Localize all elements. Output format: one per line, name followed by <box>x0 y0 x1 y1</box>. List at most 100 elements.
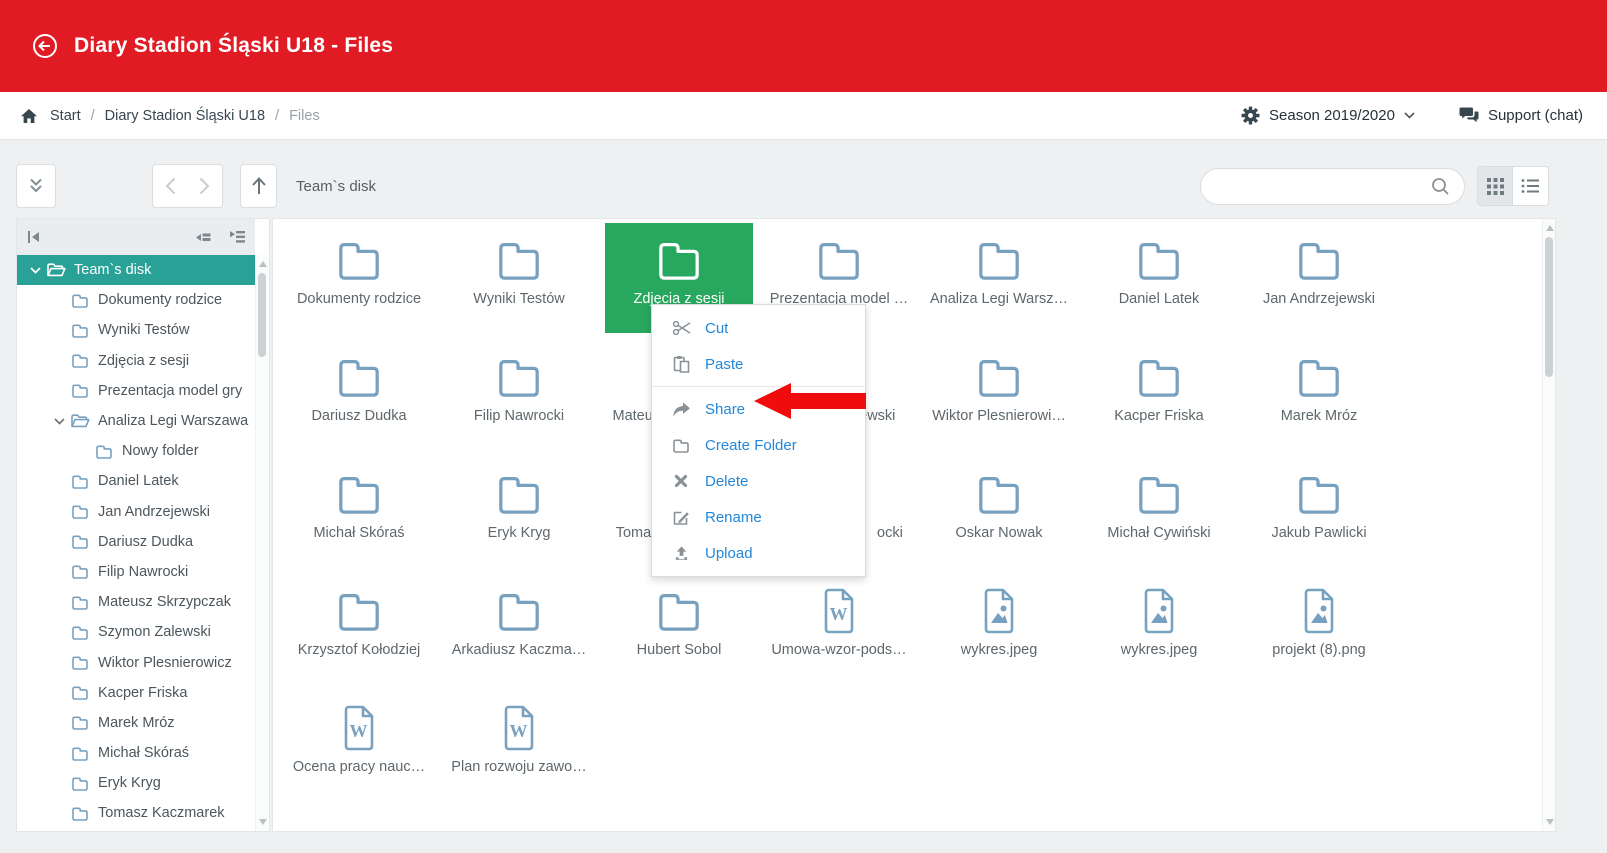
folder-tile[interactable]: Wiktor Plesnierowi… <box>925 340 1073 450</box>
search-icon[interactable] <box>1431 177 1450 196</box>
folder-open-icon <box>45 262 67 278</box>
folder-tile[interactable]: Filip Nawrocki <box>445 340 593 450</box>
folder-tile[interactable]: Hubert Sobol <box>605 574 753 684</box>
collapse-sidebar-icon[interactable] <box>27 230 41 244</box>
go-up-button[interactable] <box>240 164 277 208</box>
breadcrumb-item[interactable]: Start <box>50 108 81 124</box>
context-menu-label: Upload <box>705 545 753 562</box>
main-scrollbar[interactable] <box>1542 219 1555 831</box>
tile-label: Krzysztof Kołodziej <box>285 642 433 658</box>
tree-item[interactable]: Dariusz Dudka <box>17 527 255 557</box>
folder-icon <box>69 655 91 670</box>
chevron-down-icon <box>1404 112 1415 119</box>
tree-item[interactable]: Jan Andrzejewski <box>17 497 255 527</box>
tile-label: Dokumenty rodzice <box>285 291 433 307</box>
context-menu-item-cut[interactable]: Cut <box>652 310 865 346</box>
folder-tile[interactable]: Oskar Nowak <box>925 457 1073 567</box>
folder-icon <box>69 564 91 579</box>
folder-tile[interactable]: Dariusz Dudka <box>285 340 433 450</box>
tree-item[interactable]: Marek Mróz <box>17 708 255 738</box>
tree-item-label: Dokumenty rodzice <box>98 292 222 308</box>
tree-item[interactable]: Tomasz Kaczmarek <box>17 798 255 828</box>
tree-item[interactable]: Michał Skóraś <box>17 738 255 768</box>
season-selector[interactable]: Season 2019/2020 <box>1241 106 1415 125</box>
folder-tile[interactable]: Eryk Kryg <box>445 457 593 567</box>
tree-expander-icon[interactable] <box>25 267 45 274</box>
main-scrollbar-thumb[interactable] <box>1545 237 1553 377</box>
file-tile[interactable]: WOcena pracy nauc… <box>285 691 433 801</box>
folder-tile[interactable]: Michał Skóraś <box>285 457 433 567</box>
folder-tile[interactable]: Arkadiusz Kaczma… <box>445 574 593 684</box>
tree-item[interactable]: Team`s disk <box>17 255 255 285</box>
tile-label: Michał Skóraś <box>285 525 433 541</box>
folder-tile[interactable]: Michał Cywiński <box>1085 457 1233 567</box>
folder-tile[interactable]: Dokumenty rodzice <box>285 223 433 333</box>
home-icon[interactable] <box>20 108 38 124</box>
chevron-left-icon <box>165 177 176 195</box>
folder-icon <box>765 237 913 283</box>
scroll-up-icon[interactable] <box>259 261 267 267</box>
tree-item-label: Mateusz Skrzypczak <box>98 594 231 610</box>
tree-item[interactable]: Prezentacja model gry <box>17 376 255 406</box>
season-label: Season 2019/2020 <box>1269 107 1395 124</box>
context-menu-item-share[interactable]: Share <box>652 391 865 427</box>
search-input[interactable] <box>1201 179 1431 195</box>
folder-tile[interactable]: Jakub Pawlicki <box>1245 457 1393 567</box>
folder-tile[interactable]: Daniel Latek <box>1085 223 1233 333</box>
folder-icon <box>69 806 91 821</box>
context-menu-item-paste[interactable]: Paste <box>652 346 865 382</box>
tree-item[interactable]: Analiza Legi Warszawa <box>17 406 255 436</box>
context-menu-item-upload[interactable]: Upload <box>652 535 865 571</box>
tree-item-label: Kacper Friska <box>98 685 187 701</box>
tree-item[interactable]: Eryk Kryg <box>17 768 255 798</box>
tree-item[interactable]: Daniel Latek <box>17 466 255 496</box>
folder-tile[interactable]: Kacper Friska <box>1085 340 1233 450</box>
tree-scrollbar[interactable] <box>255 255 268 831</box>
folder-tile[interactable]: Analiza Legi Warsz… <box>925 223 1073 333</box>
folder-tile[interactable]: Krzysztof Kołodziej <box>285 574 433 684</box>
folder-icon <box>69 504 91 519</box>
collapse-toolbar-button[interactable] <box>16 164 56 208</box>
tree-item[interactable]: Kacper Friska <box>17 678 255 708</box>
tree-item[interactable]: Szymon Zalewski <box>17 617 255 647</box>
tree-item[interactable]: Zdjęcia z sesji <box>17 346 255 376</box>
file-grid-panel: Dokumenty rodziceWyniki TestówZdjęcia z … <box>272 218 1556 832</box>
context-menu-item-create-folder[interactable]: Create Folder <box>652 427 865 463</box>
image-file-icon <box>1245 588 1393 634</box>
scroll-up-icon[interactable] <box>1546 225 1554 231</box>
context-menu-label: Create Folder <box>705 437 797 454</box>
tree-item[interactable]: Wiktor Plesnierowicz <box>17 647 255 677</box>
breadcrumb-item[interactable]: Diary Stadion Śląski U18 <box>105 108 265 124</box>
context-menu-item-delete[interactable]: Delete <box>652 463 865 499</box>
file-tile[interactable]: wykres.jpeg <box>1085 574 1233 684</box>
folder-tile[interactable]: Jan Andrzejewski <box>1245 223 1393 333</box>
list-view-button[interactable] <box>1513 166 1549 206</box>
folder-icon <box>285 588 433 634</box>
file-tile[interactable]: WUmowa-wzor-pods… <box>765 574 913 684</box>
history-back-button[interactable] <box>152 164 188 208</box>
tree-expander-icon[interactable] <box>49 418 69 425</box>
tile-label: wykres.jpeg <box>925 642 1073 658</box>
file-tile[interactable]: WPlan rozwoju zawo… <box>445 691 593 801</box>
folder-tile[interactable]: Marek Mróz <box>1245 340 1393 450</box>
grid-view-button[interactable] <box>1477 166 1513 206</box>
scroll-down-icon[interactable] <box>1546 819 1554 825</box>
support-label: Support (chat) <box>1488 107 1583 124</box>
tree-scrollbar-thumb[interactable] <box>258 273 266 357</box>
file-tile[interactable]: wykres.jpeg <box>925 574 1073 684</box>
tree-expand-all-icon[interactable] <box>229 230 245 244</box>
back-icon[interactable] <box>30 31 60 61</box>
tree-item[interactable]: Dokumenty rodzice <box>17 285 255 315</box>
history-forward-button[interactable] <box>187 164 223 208</box>
file-tile[interactable]: projekt (8).png <box>1245 574 1393 684</box>
folder-tile[interactable]: Wyniki Testów <box>445 223 593 333</box>
tree-item[interactable]: Mateusz Skrzypczak <box>17 587 255 617</box>
tree-item[interactable]: Filip Nawrocki <box>17 557 255 587</box>
scroll-down-icon[interactable] <box>259 819 267 825</box>
tree-item[interactable]: Wyniki Testów <box>17 315 255 345</box>
support-chat-link[interactable]: Support (chat) <box>1459 107 1583 124</box>
tree-collapse-all-icon[interactable] <box>195 230 211 244</box>
tree-item-label: Team`s disk <box>74 262 151 278</box>
tree-item[interactable]: Nowy folder <box>17 436 255 466</box>
context-menu-item-rename[interactable]: Rename <box>652 499 865 535</box>
